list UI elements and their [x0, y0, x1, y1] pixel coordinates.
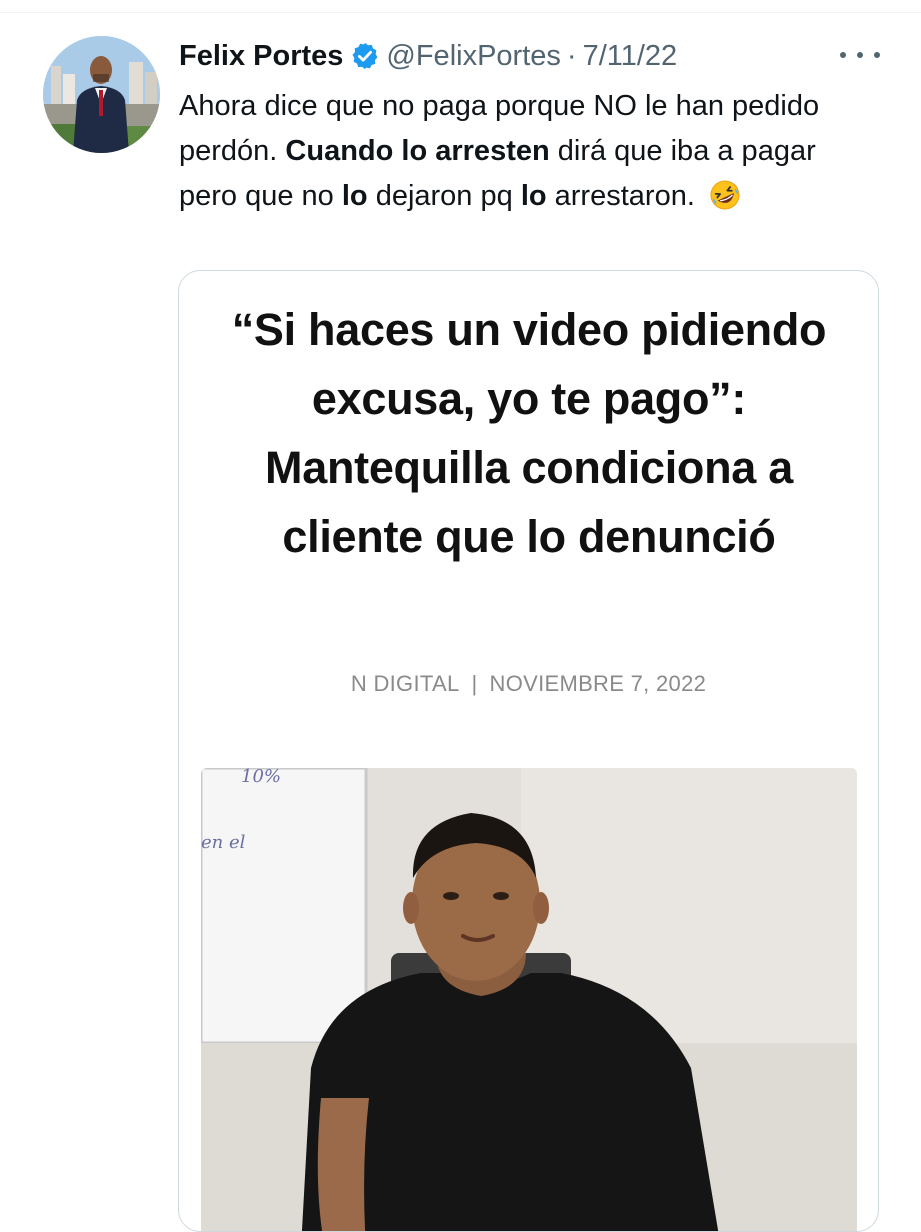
tweet-text-bold: lo	[341, 180, 368, 212]
rolling-on-the-floor-laughing-icon	[709, 179, 741, 211]
whiteboard-text-top: 10%	[241, 768, 281, 787]
link-preview-card[interactable]: “Si haces un video pidiendo excusa, yo t…	[178, 270, 879, 1232]
tweet-text-part: dejaron pq	[367, 180, 521, 212]
separator-dot: ·	[566, 39, 577, 72]
whiteboard-text-middle: en el	[201, 832, 246, 853]
article-source: N DIGITAL	[350, 671, 460, 696]
tweet-text-bold: Cuando lo arresten	[285, 135, 550, 167]
article-headline: “Si haces un video pidiendo excusa, yo t…	[231, 304, 827, 562]
avatar[interactable]	[43, 36, 160, 153]
article-photo: 10% en el	[201, 768, 857, 1231]
display-name[interactable]: Felix Portes	[179, 40, 343, 73]
handle[interactable]: @FelixPortes	[386, 40, 560, 73]
article-byline: N DIGITAL | NOVIEMBRE 7, 2022	[179, 671, 878, 697]
more-options-icon[interactable]	[840, 40, 880, 70]
tweet-text: Ahora dice que no paga porque NO le han …	[179, 84, 879, 219]
byline-separator: |	[471, 671, 478, 696]
verified-badge-icon	[350, 41, 380, 71]
article-date: NOVIEMBRE 7, 2022	[489, 671, 707, 696]
tweet-date[interactable]: 7/11/22	[583, 40, 678, 73]
tweet[interactable]: Felix Portes @FelixPortes · 7/11/22 Ahor…	[0, 12, 921, 1232]
tweet-text-part: arrestaron.	[546, 180, 703, 212]
tweet-text-bold: lo	[520, 180, 547, 212]
tweet-header: Felix Portes @FelixPortes · 7/11/22	[179, 34, 677, 78]
